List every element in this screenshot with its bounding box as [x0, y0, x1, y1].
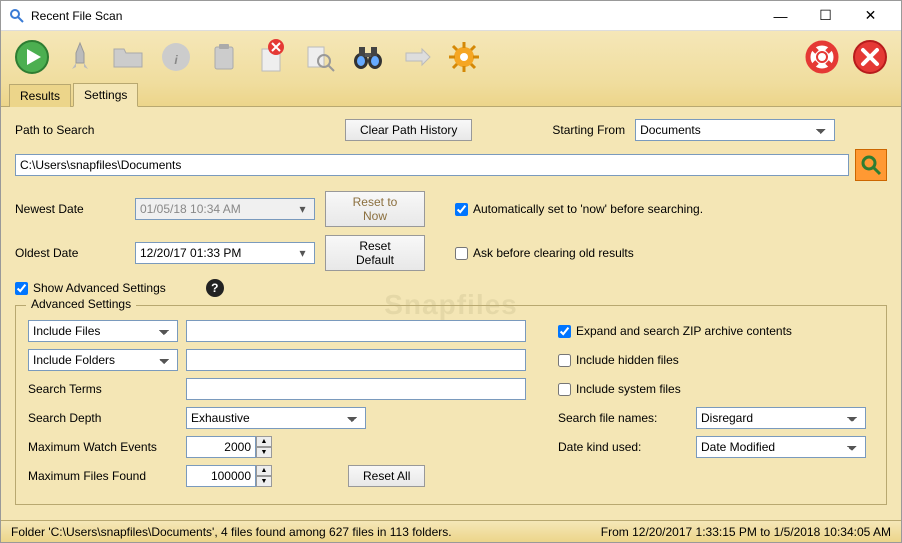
system-files-checkbox[interactable]: Include system files [558, 382, 681, 396]
newest-date-picker[interactable]: ▾ [135, 198, 315, 220]
findfiles-toolbar-button[interactable] [299, 36, 341, 78]
search-names-combo[interactable]: Disregard [696, 407, 866, 429]
search-depth-combo[interactable]: Exhaustive [186, 407, 366, 429]
maximize-button[interactable]: ☐ [803, 2, 848, 30]
close-button[interactable]: ✕ [848, 2, 893, 30]
path-label: Path to Search [15, 123, 125, 137]
date-kind-combo[interactable]: Date Modified [696, 436, 866, 458]
include-files-combo[interactable]: Include Files [28, 320, 178, 342]
include-folders-combo[interactable]: Include Folders [28, 349, 178, 371]
clear-path-history-button[interactable]: Clear Path History [345, 119, 472, 141]
search-names-label: Search file names: [558, 411, 688, 425]
spin-down-icon[interactable]: ▼ [256, 447, 272, 458]
max-watch-label: Maximum Watch Events [28, 440, 178, 454]
reset-to-now-button[interactable]: Reset to Now [325, 191, 425, 227]
auto-now-checkbox[interactable]: Automatically set to 'now' before search… [455, 202, 703, 216]
expand-zip-checkbox[interactable]: Expand and search ZIP archive contents [558, 324, 792, 338]
advanced-legend: Advanced Settings [26, 297, 136, 311]
spin-down-icon[interactable]: ▼ [256, 476, 272, 487]
ask-clear-checkbox[interactable]: Ask before clearing old results [455, 246, 634, 260]
play-toolbar-button[interactable] [11, 36, 53, 78]
toolbar: i [1, 31, 901, 83]
newest-date-label: Newest Date [15, 202, 125, 216]
advanced-settings-group: Advanced Settings Include Files Expand a… [15, 305, 887, 505]
tab-settings[interactable]: Settings [73, 83, 138, 107]
max-files-label: Maximum Files Found [28, 469, 178, 483]
exit-toolbar-button[interactable] [849, 36, 891, 78]
date-kind-label: Date kind used: [558, 440, 688, 454]
swap-toolbar-button[interactable] [395, 36, 437, 78]
max-files-spinner[interactable]: ▲▼ [186, 465, 272, 487]
oldest-date-label: Oldest Date [15, 246, 125, 260]
path-input[interactable] [15, 154, 849, 176]
starting-from-label: Starting From [552, 123, 625, 137]
window-title: Recent File Scan [31, 9, 758, 23]
hidden-files-checkbox[interactable]: Include hidden files [558, 353, 679, 367]
tabbar: Results Settings [1, 83, 901, 107]
app-icon [9, 8, 25, 24]
delete-doc-toolbar-button[interactable] [251, 36, 293, 78]
search-terms-label: Search Terms [28, 382, 178, 396]
spin-up-icon[interactable]: ▲ [256, 465, 272, 476]
binoculars-toolbar-button[interactable] [347, 36, 389, 78]
starting-from-combo[interactable]: Documents [635, 119, 835, 141]
include-folders-input[interactable] [186, 349, 526, 371]
help-icon[interactable]: ? [206, 279, 224, 297]
titlebar: Recent File Scan — ☐ ✕ [1, 1, 901, 31]
rocket-toolbar-button[interactable] [59, 36, 101, 78]
search-launch-button[interactable] [855, 149, 887, 181]
calendar-drop-icon[interactable]: ▾ [295, 246, 310, 260]
minimize-button[interactable]: — [758, 2, 803, 30]
include-files-input[interactable] [186, 320, 526, 342]
settings-panel: Snapfiles Path to Search Clear Path Hist… [1, 107, 901, 520]
search-depth-label: Search Depth [28, 411, 178, 425]
calendar-drop-icon[interactable]: ▾ [295, 202, 310, 216]
info-toolbar-button[interactable]: i [155, 36, 197, 78]
reset-default-button[interactable]: Reset Default [325, 235, 425, 271]
status-left: Folder 'C:\Users\snapfiles\Documents', 4… [11, 525, 452, 539]
show-advanced-checkbox[interactable]: Show Advanced Settings [15, 281, 166, 295]
gear-toolbar-button[interactable] [443, 36, 485, 78]
help-toolbar-button[interactable] [801, 36, 843, 78]
search-terms-input[interactable] [186, 378, 526, 400]
clipboard-toolbar-button[interactable] [203, 36, 245, 78]
reset-all-button[interactable]: Reset All [348, 465, 425, 487]
status-right: From 12/20/2017 1:33:15 PM to 1/5/2018 1… [601, 525, 891, 539]
max-watch-spinner[interactable]: ▲▼ [186, 436, 272, 458]
spin-up-icon[interactable]: ▲ [256, 436, 272, 447]
oldest-date-picker[interactable]: ▾ [135, 242, 315, 264]
statusbar: Folder 'C:\Users\snapfiles\Documents', 4… [1, 520, 901, 542]
folder-toolbar-button[interactable] [107, 36, 149, 78]
tab-results[interactable]: Results [9, 84, 71, 107]
